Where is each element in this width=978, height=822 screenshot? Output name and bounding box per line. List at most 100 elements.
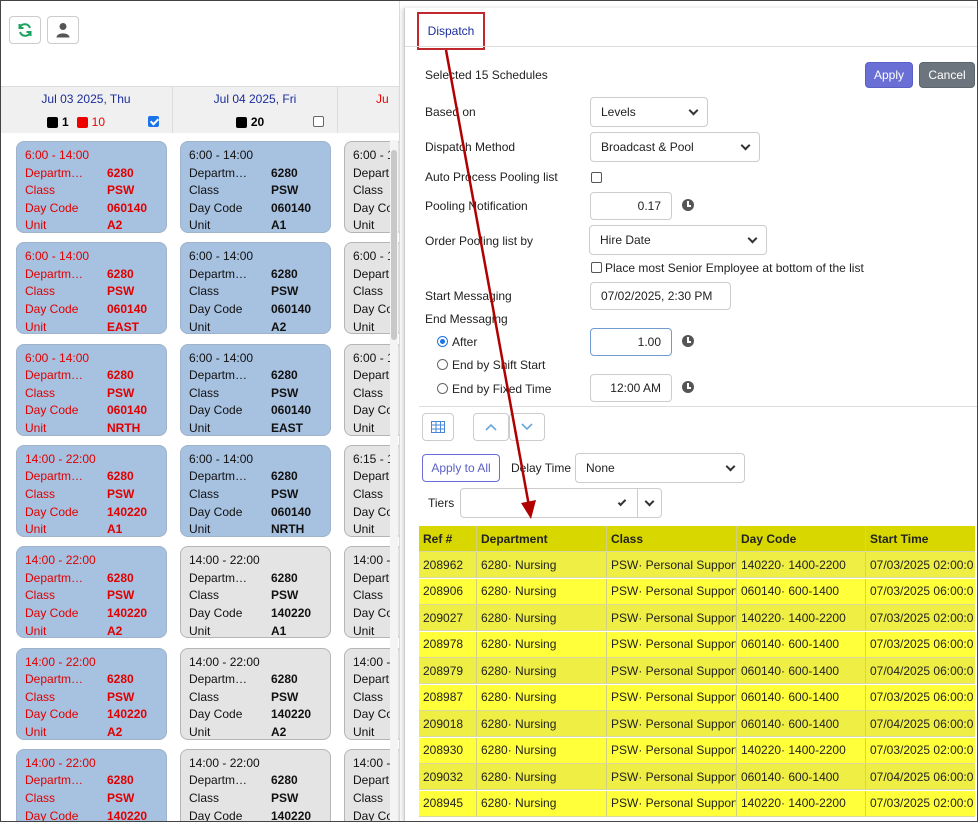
field-value: PSW	[271, 385, 299, 400]
cell-class: PSW· Personal Support	[607, 658, 737, 683]
cell-department: 6280· Nursing	[477, 578, 607, 604]
move-up-button[interactable]	[473, 413, 509, 441]
grid-view-button[interactable]	[422, 413, 454, 441]
table-row[interactable]: 208962 6280· Nursing PSW· Personal Support…	[419, 552, 975, 578]
shift-card[interactable]: 14:00 - 22:00 Departm… 6280 Class PSW Day Cod…	[16, 546, 167, 639]
start-messaging-input[interactable]: 07/02/2025, 2:30 PM	[590, 282, 731, 310]
table-row[interactable]: 209018 6280· Nursing PSW· Personal Support…	[419, 711, 975, 737]
shift-field-row: Depart	[353, 671, 395, 689]
field-label: Unit	[189, 319, 211, 334]
scrollbar-thumb[interactable]	[391, 150, 397, 340]
cell-ref: 208978	[419, 631, 477, 657]
field-value: 140220	[107, 707, 148, 722]
chevron-down-icon	[521, 423, 533, 431]
shift-card[interactable]: 14:00 - 22:00 Departm… 6280 Class PSW Day Cod…	[180, 546, 331, 639]
clock-icon[interactable]	[682, 199, 694, 211]
day-title: Ju	[376, 92, 389, 106]
field-label: Day Code	[189, 504, 243, 519]
table-row[interactable]: 208930 6280· Nursing PSW· Personal Support…	[419, 737, 975, 764]
day-counts: 1 10	[0, 115, 172, 129]
day-column-2: 6:00 - 14:00 Departm… 6280 Class PSW Day Code…	[180, 133, 331, 822]
table-row[interactable]: 209032 6280· Nursing PSW· Personal Support…	[419, 764, 975, 790]
order-pooling-select[interactable]: Hire Date	[589, 225, 767, 255]
black-legend-square	[46, 116, 58, 128]
shift-field-row: Class	[353, 182, 395, 200]
shift-field-row: Departm… 6280	[189, 266, 322, 284]
cell-day-code: 140220· 1400-2200	[737, 605, 866, 630]
end-by-shift-radio[interactable]	[437, 359, 448, 370]
column-header-start-time[interactable]: Start Time	[866, 526, 975, 551]
shift-card[interactable]: 6:00 - 14:00 Departm… 6280 Class PSW Day Code…	[16, 242, 167, 337]
shift-card[interactable]: 14:00 - 22:00 Departm… 6280 Class PSW Day Cod…	[180, 647, 331, 740]
table-row[interactable]: 208906 6280· Nursing PSW· Personal Support…	[419, 578, 975, 605]
refresh-button[interactable]	[9, 16, 41, 44]
table-row[interactable]: 208987 6280· Nursing PSW· Personal Support…	[419, 684, 975, 711]
day-select-checkbox[interactable]	[313, 116, 324, 127]
shift-card[interactable]: 14:00 - 22:00 Departm… 6280 Class PSW Day Cod…	[180, 748, 331, 822]
field-label: Day Code	[25, 707, 79, 722]
table-row[interactable]: 208978 6280· Nursing PSW· Personal Support…	[419, 631, 975, 658]
shift-card[interactable]: 14:00 - 22:00 Departm… 6280 Class PSW Day Cod…	[16, 444, 167, 539]
shift-field-row: Class PSW	[25, 790, 158, 808]
shift-card[interactable]: 14:00 - 22:00 Departm… 6280 Class PSW Day Cod…	[16, 647, 167, 742]
tiers-select[interactable]	[460, 488, 662, 518]
table-row[interactable]: 209027 6280· Nursing PSW· Personal Support…	[419, 605, 975, 631]
tiers-label: Tiers	[428, 496, 455, 510]
pooling-notification-input[interactable]: 0.17	[590, 192, 672, 220]
column-header-department[interactable]: Department	[477, 526, 607, 551]
shift-field-row: Day Code 060140	[189, 301, 322, 319]
fixed-time-input[interactable]: 12:00 AM	[590, 374, 672, 402]
day-select-checkbox[interactable]	[148, 116, 159, 127]
shift-card[interactable]: 14:00 - 22:00 Departm… 6280 Class PSW Day Cod…	[16, 748, 167, 822]
field-value: PSW	[271, 588, 299, 603]
shift-field-row: Departm… 6280	[25, 772, 158, 790]
apply-to-all-button[interactable]: Apply to All	[422, 454, 500, 482]
field-label: Unit	[25, 623, 47, 638]
dispatch-method-select[interactable]: Broadcast & Pool	[590, 132, 760, 162]
shift-field-row: Day Co	[353, 301, 395, 319]
after-radio[interactable]	[437, 336, 448, 347]
shift-field-row: Day Code 060140	[189, 504, 322, 522]
field-label: Depart	[353, 570, 390, 585]
field-value: EAST	[107, 319, 140, 334]
field-value: 060140	[271, 302, 312, 317]
field-value: 6280	[271, 165, 298, 180]
cell-start-time: 07/03/2025 02:00:0	[870, 557, 974, 572]
field-label: Class	[25, 689, 56, 704]
after-input[interactable]: 1.00	[590, 328, 672, 356]
shift-field-row: Departm… 6280	[25, 165, 158, 183]
shift-card[interactable]: 6:00 - 14:00 Departm… 6280 Class PSW Day Code…	[180, 141, 331, 233]
delay-time-value: None	[586, 461, 615, 475]
senior-bottom-checkbox[interactable]	[591, 262, 602, 273]
end-by-fixed-radio[interactable]	[437, 383, 448, 394]
shift-card[interactable]: 6:00 - 14:00 Departm… 6280 Class PSW Day Code…	[16, 141, 167, 233]
shift-time: 14:00 - 22:00	[25, 553, 96, 568]
column-header-day-code[interactable]: Day Code	[737, 526, 866, 551]
cancel-button[interactable]: Cancel	[919, 62, 975, 88]
shift-card[interactable]: 6:00 - 14:00 Departm… 6280 Class PSW Day Code…	[16, 343, 167, 436]
table-row[interactable]: 208945 6280· Nursing PSW· Personal Support…	[419, 790, 975, 817]
shift-card[interactable]: 6:00 - 14:00 Departm… 6280 Class PSW Day Code…	[180, 242, 331, 335]
column-header-ref[interactable]: Ref #	[419, 526, 477, 551]
clock-icon[interactable]	[682, 335, 694, 347]
shift-field-row: Unit A2	[25, 724, 158, 742]
clock-icon[interactable]	[682, 381, 694, 393]
shift-field-row: Day Code 060140	[25, 402, 158, 420]
table-row[interactable]: 208979 6280· Nursing PSW· Personal Support…	[419, 658, 975, 684]
shift-field-row: Unit EAST	[25, 319, 158, 337]
shift-field-row: Class	[353, 385, 395, 403]
apply-button[interactable]: Apply	[865, 62, 913, 88]
shift-card[interactable]: 6:00 - 14:00 Departm… 6280 Class PSW Day Code…	[180, 444, 331, 537]
tab-dispatch[interactable]: Dispatch	[417, 12, 485, 50]
shift-card[interactable]: 6:00 - 14:00 Departm… 6280 Class PSW Day Code…	[180, 343, 331, 436]
shift-field-row: Unit A1	[25, 521, 158, 539]
column-header-class[interactable]: Class	[607, 526, 737, 551]
delay-time-select[interactable]: None	[575, 453, 745, 483]
cell-day-code: 060140· 600-1400	[737, 684, 866, 710]
based-on-select[interactable]: Levels	[590, 97, 708, 127]
field-value: PSW	[271, 487, 299, 502]
chevron-down-icon	[747, 233, 758, 243]
user-button[interactable]	[47, 16, 79, 44]
move-down-button[interactable]	[509, 413, 545, 441]
auto-process-checkbox[interactable]	[591, 172, 602, 183]
